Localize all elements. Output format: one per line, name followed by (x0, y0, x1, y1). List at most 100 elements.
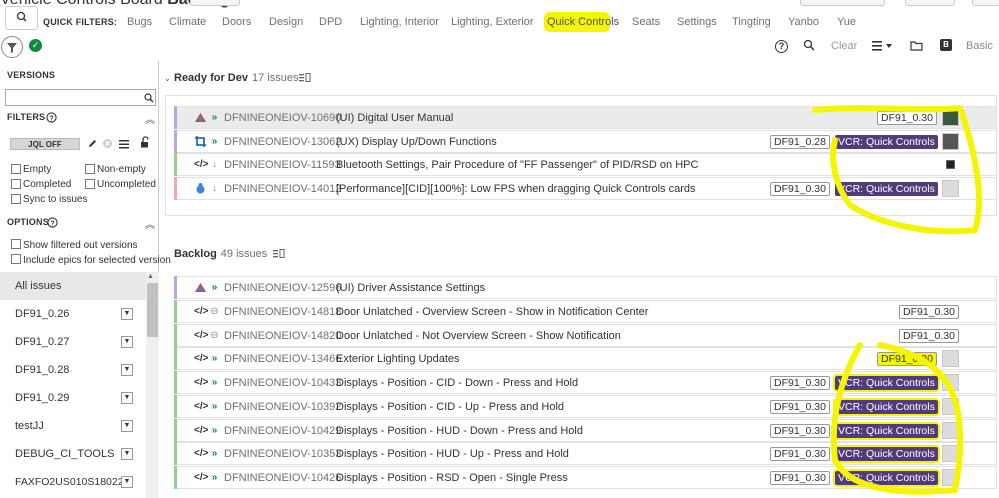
top-action-button-3[interactable] (972, 0, 999, 6)
version-item[interactable]: DEBUG_CI_TOOLS ▼ (0, 440, 146, 468)
version-item[interactable]: testJJ ▼ (0, 412, 146, 440)
show-filtered-out-versions-checkbox[interactable] (11, 239, 21, 249)
issue-row[interactable]: </> » DFNINEONEIOV-13466 Exterior Lighti… (174, 347, 997, 370)
chevron-down-icon[interactable]: ▼ (121, 364, 133, 376)
quick-filter-yanbo[interactable]: Yanbo (788, 16, 819, 28)
collapse-caret-icon[interactable]: ⌄ (164, 74, 171, 83)
issue-row[interactable]: » DFNINEONEIOV-13062 (UX) Display Up/Dow… (174, 130, 997, 153)
chevron-up-icon[interactable]: ︽ (145, 216, 155, 231)
pencil-icon[interactable] (87, 138, 97, 149)
issue-row[interactable]: ↓ DFNINEONEIOV-14012 [Performance][CID][… (174, 177, 997, 200)
avatar[interactable] (942, 422, 959, 439)
issue-row[interactable]: </> ⊖ DFNINEONEIOV-14820 Door Unlatched … (174, 324, 997, 347)
quick-filter-lighting-exterior[interactable]: Lighting, Exterior (451, 16, 534, 28)
epic-badge[interactable]: VCR: Quick Controls (833, 469, 940, 487)
chevron-down-icon[interactable]: ▼ (121, 476, 133, 488)
jql-off-button[interactable]: JQL OFF (10, 138, 80, 150)
issue-key[interactable]: DFNINEONEIOV-10690 (224, 112, 341, 124)
issue-key[interactable]: DFNINEONEIOV-12596 (224, 282, 341, 294)
scrollbar-thumb[interactable] (147, 283, 158, 337)
avatar[interactable] (942, 350, 959, 367)
epic-badge[interactable]: VCR: Quick Controls (833, 374, 940, 392)
issue-key[interactable]: DFNINEONEIOV-10429 (224, 425, 341, 437)
sync-to-issues-checkbox[interactable] (11, 194, 21, 204)
chevron-down-icon[interactable]: ▼ (121, 308, 133, 320)
issue-key[interactable]: DFNINEONEIOV-13466 (224, 353, 341, 365)
version-item[interactable]: DF91_0.27 ▼ (0, 328, 146, 356)
chevron-up-icon[interactable]: ︽ (145, 111, 155, 126)
issue-row[interactable]: </> » DFNINEONEIOV-10429 Displays - Posi… (174, 419, 997, 442)
board-tools-button[interactable] (190, 0, 240, 6)
list-icon[interactable] (872, 41, 894, 51)
version-item[interactable]: DF91_0.26 ▼ (0, 300, 146, 328)
quick-filter-tingting[interactable]: Tingting (732, 16, 771, 28)
lock-icon[interactable] (139, 136, 151, 149)
non-empty-checkbox[interactable] (85, 164, 95, 174)
issue-key[interactable]: DFNINEONEIOV-10353 (224, 448, 341, 460)
issue-key[interactable]: DFNINEONEIOV-10392 (224, 401, 341, 413)
quick-filter-lighting-interior[interactable]: Lighting, Interior (360, 16, 439, 28)
chevron-down-icon[interactable]: ▼ (121, 448, 133, 460)
issue-row[interactable]: </> » DFNINEONEIOV-10433 Displays - Posi… (174, 371, 997, 394)
version-item[interactable]: FAXFO2US010S18022 ▼ (0, 468, 146, 496)
clear-button[interactable]: Clear (831, 40, 857, 52)
quick-filter-dpd[interactable]: DPD (319, 16, 342, 28)
avatar[interactable] (946, 160, 955, 169)
avatar[interactable] (942, 133, 959, 150)
include-epics-checkbox[interactable] (11, 254, 21, 264)
avatar[interactable] (942, 109, 959, 126)
avatar[interactable] (942, 398, 959, 415)
quick-filter-seats[interactable]: Seats (632, 16, 660, 28)
epic-badge[interactable]: VCR: Quick Controls (835, 182, 938, 196)
issue-row[interactable]: </> » DFNINEONEIOV-10353 Displays - Posi… (174, 442, 997, 465)
help-icon[interactable]: ? (47, 217, 58, 228)
completed-checkbox[interactable] (11, 179, 21, 189)
chevron-down-icon[interactable]: ▼ (121, 336, 133, 348)
issue-row[interactable]: </> » DFNINEONEIOV-10426 Displays - Posi… (174, 466, 997, 489)
folder-icon[interactable] (910, 40, 923, 51)
issue-key[interactable]: DFNINEONEIOV-11593 (224, 159, 341, 171)
help-icon[interactable]: ? (775, 40, 788, 53)
section-title-backlog[interactable]: Backlog 49 issues (174, 248, 267, 260)
top-action-button[interactable] (800, 0, 885, 6)
issue-key[interactable]: DFNINEONEIOV-10426 (224, 472, 341, 484)
list-icon[interactable] (299, 73, 311, 83)
basic-mode-icon[interactable]: B (940, 39, 952, 51)
version-item-all-issues[interactable]: All issues (0, 272, 146, 300)
basic-button[interactable]: Basic (966, 40, 993, 52)
search-icon[interactable] (803, 39, 815, 51)
help-icon[interactable]: ? (46, 112, 57, 123)
issue-key[interactable]: DFNINEONEIOV-13062 (224, 136, 341, 148)
quick-filter-settings[interactable]: Settings (677, 16, 717, 28)
empty-checkbox[interactable] (11, 164, 21, 174)
list-icon[interactable] (119, 139, 129, 149)
list-icon[interactable] (273, 249, 285, 259)
clear-filter-icon[interactable] (102, 138, 113, 149)
version-item[interactable]: DF91_0.29 ▼ (0, 384, 146, 412)
issue-row[interactable]: » DFNINEONEIOV-12596 (UI) Driver Assista… (174, 276, 997, 299)
quick-filter-yue[interactable]: Yue (837, 16, 856, 28)
funnel-icon[interactable] (1, 36, 23, 58)
epic-badge[interactable]: VCR: Quick Controls (833, 398, 940, 416)
avatar[interactable] (942, 445, 959, 462)
issue-key[interactable]: DFNINEONEIOV-14012 (224, 183, 341, 195)
avatar[interactable] (942, 180, 959, 197)
quick-filter-design[interactable]: Design (269, 16, 303, 28)
issue-row[interactable]: » DFNINEONEIOV-10690 (UI) Digital User M… (174, 106, 997, 129)
issue-row[interactable]: </> » DFNINEONEIOV-10392 Displays - Posi… (174, 395, 997, 418)
quick-filter-climate[interactable]: Climate (169, 16, 206, 28)
chevron-down-icon[interactable]: ▼ (121, 420, 133, 432)
issue-key[interactable]: DFNINEONEIOV-10433 (224, 377, 341, 389)
epic-badge[interactable]: VCR: Quick Controls (833, 445, 940, 463)
version-item[interactable]: DF91_0.28 ▼ (0, 356, 146, 384)
uncompleted-checkbox[interactable] (85, 179, 95, 189)
top-action-button-2[interactable] (905, 0, 955, 6)
avatar[interactable] (942, 374, 959, 391)
scroll-up-icon[interactable]: ▲ (147, 273, 154, 280)
issue-row[interactable]: </> ⊖ DFNINEONEIOV-14818 Door Unlatched … (174, 300, 997, 323)
issue-row[interactable]: </> ↓ DFNINEONEIOV-11593 Bluetooth Setti… (174, 153, 997, 176)
chevron-down-icon[interactable]: ▼ (121, 392, 133, 404)
section-title-ready[interactable]: Ready for Dev 17 issues (174, 72, 298, 84)
avatar[interactable] (942, 469, 959, 486)
issue-key[interactable]: DFNINEONEIOV-14818 (224, 306, 341, 318)
